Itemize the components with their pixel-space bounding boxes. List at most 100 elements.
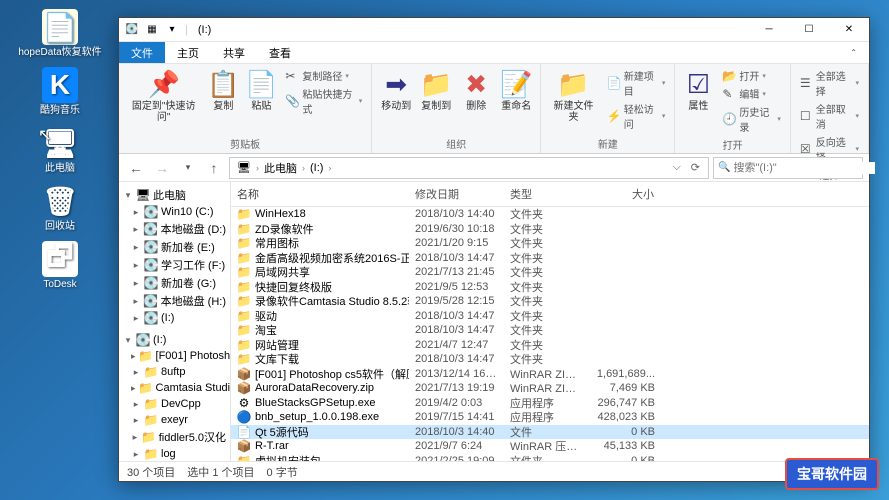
- column-size[interactable]: 大小: [586, 182, 661, 206]
- tree-node[interactable]: ▸📁DevCpp: [119, 396, 230, 412]
- tree-node[interactable]: ▾🖥此电脑: [119, 186, 230, 204]
- ribbon-button[interactable]: ➡移动到: [378, 67, 414, 114]
- menu-item[interactable]: 主页: [165, 42, 211, 63]
- ribbon-button[interactable]: ☑属性: [681, 67, 715, 114]
- content-area: ▾🖥此电脑▸💽Win10 (C:)▸💽本地磁盘 (D:)▸💽新加卷 (E:)▸💽…: [119, 182, 869, 461]
- ribbon-small-button[interactable]: ✂复制路径 ▾: [282, 67, 365, 84]
- file-row[interactable]: 📁驱动2018/10/3 14:47文件夹: [231, 309, 869, 324]
- ribbon-button[interactable]: 📁新建文件夹: [547, 67, 600, 125]
- file-icon: 📁: [237, 207, 251, 221]
- file-row[interactable]: 📁快捷回复终极版2021/9/5 12:53文件夹: [231, 280, 869, 295]
- file-row[interactable]: ⚙BlueStacksGPSetup.exe2019/4/2 0:03应用程序2…: [231, 396, 869, 411]
- ribbon-button[interactable]: 📁复制到: [418, 67, 454, 114]
- status-size: 0 字节: [267, 464, 298, 480]
- ribbon-group: 📌固定到"快速访问"📋复制📄粘贴✂复制路径 ▾📎粘贴快捷方式 ▾剪贴板: [119, 64, 372, 153]
- file-icon: 📁: [237, 352, 251, 366]
- tree-node[interactable]: ▸💽学习工作 (F:): [119, 256, 230, 274]
- breadcrumb-drive[interactable]: (I:): [307, 162, 326, 174]
- file-list: 名称 修改日期 类型 大小 📁WinHex182018/10/3 14:40文件…: [231, 182, 869, 461]
- minimize-button[interactable]: ─: [749, 19, 789, 41]
- tree-node[interactable]: ▸📁8uftp: [119, 364, 230, 380]
- search-input[interactable]: [733, 162, 875, 174]
- tree-node[interactable]: ▸💽本地磁盘 (D:): [119, 220, 230, 238]
- ribbon-button[interactable]: 📝重命名: [498, 67, 534, 114]
- ribbon-small-button[interactable]: 🕘历史记录 ▾: [719, 103, 784, 135]
- ribbon-group: ☑属性📂打开 ▾✎编辑 ▾🕘历史记录 ▾打开: [675, 64, 791, 153]
- qat-props-icon[interactable]: ▦: [145, 23, 159, 37]
- refresh-icon[interactable]: ⟳: [687, 161, 704, 174]
- file-explorer-window: 💽 ▦ ▾ | (I:) ─ ☐ ✕ 文件主页共享查看⌃ 📌固定到"快速访问"📋…: [118, 17, 870, 482]
- desktop-icon[interactable]: 🗗ToDesk: [5, 237, 115, 295]
- file-icon: 📁: [237, 251, 251, 265]
- file-row[interactable]: 📁网站管理2021/4/7 12:47文件夹: [231, 338, 869, 353]
- tree-node[interactable]: ▸📁exeyr: [119, 412, 230, 428]
- tree-node[interactable]: ▸📁[F001] Photosh: [119, 348, 230, 364]
- ribbon-button[interactable]: ✖删除: [458, 67, 494, 114]
- ribbon-small-button[interactable]: 📎粘贴快捷方式 ▾: [282, 85, 365, 117]
- search-box[interactable]: 🔍: [713, 157, 863, 179]
- ribbon-small-button[interactable]: ✎编辑 ▾: [719, 85, 784, 102]
- tree-node[interactable]: ▸📁fiddler5.0汉化: [119, 428, 230, 446]
- breadcrumb[interactable]: 🖥 › 此电脑 › (I:) › ⌵ ⟳: [229, 157, 709, 179]
- ribbon-small-button[interactable]: ☐全部取消 ▾: [797, 100, 862, 132]
- column-name[interactable]: 名称: [231, 182, 409, 206]
- window-title: (I:): [194, 24, 211, 36]
- nav-up-button[interactable]: ↑: [203, 157, 225, 179]
- nav-forward-button[interactable]: →: [151, 157, 173, 179]
- ribbon-small-button[interactable]: ☰全部选择 ▾: [797, 67, 862, 99]
- file-row[interactable]: 📁金盾高级视频加密系统2016S-正阳教育...2018/10/3 14:47文…: [231, 251, 869, 266]
- desktop-icon[interactable]: K酷狗音乐: [5, 63, 115, 121]
- menu-item[interactable]: 查看: [257, 42, 303, 63]
- status-count: 30 个项目: [127, 464, 175, 480]
- file-row[interactable]: 📁ZD录像软件2019/6/30 10:18文件夹: [231, 222, 869, 237]
- tree-node[interactable]: ▸💽本地磁盘 (H:): [119, 292, 230, 310]
- nav-recent-button[interactable]: ▾: [177, 157, 199, 179]
- menu-item[interactable]: 文件: [119, 42, 165, 63]
- desktop-icon[interactable]: 📄hopeData恢复软件: [5, 5, 115, 63]
- file-row[interactable]: 📁文库下载2018/10/3 14:47文件夹: [231, 352, 869, 367]
- ribbon-button[interactable]: 📌固定到"快速访问": [125, 67, 202, 125]
- breadcrumb-pc-icon[interactable]: 🖥: [234, 161, 254, 174]
- maximize-button[interactable]: ☐: [789, 19, 829, 41]
- file-row[interactable]: 📁淘宝2018/10/3 14:47文件夹: [231, 323, 869, 338]
- ribbon-button[interactable]: 📄粘贴: [244, 67, 278, 114]
- column-date[interactable]: 修改日期: [409, 182, 504, 206]
- breadcrumb-dropdown[interactable]: ⌵: [668, 161, 684, 174]
- breadcrumb-pc[interactable]: 此电脑: [261, 160, 300, 176]
- file-row[interactable]: 📁局域网共享2021/7/13 21:45文件夹: [231, 265, 869, 280]
- menu-item[interactable]: 共享: [211, 42, 257, 63]
- file-row[interactable]: 📄Qt 5源代码2018/10/3 14:40文件0 KB: [231, 425, 869, 440]
- tree-node[interactable]: ▸📁Camtasia Studi: [119, 380, 230, 396]
- desktop-icon[interactable]: 🗑回收站: [5, 179, 115, 237]
- tree-node[interactable]: ▸📁log: [119, 446, 230, 461]
- ribbon-button[interactable]: 📋复制: [206, 67, 240, 114]
- ribbon-small-button[interactable]: 📂打开 ▾: [719, 67, 784, 84]
- file-row[interactable]: 📁常用图标2021/1/20 9:15文件夹: [231, 236, 869, 251]
- file-row[interactable]: 📦R-T.rar2021/9/7 6:24WinRAR 压缩文...45,133…: [231, 439, 869, 454]
- qat-open-icon[interactable]: ▾: [165, 23, 179, 37]
- tree-node[interactable]: ▸💽新加卷 (G:): [119, 274, 230, 292]
- ribbon-group: ➡移动到📁复制到✖删除📝重命名组织: [372, 64, 541, 153]
- tree-node[interactable]: ▸💽Win10 (C:): [119, 204, 230, 220]
- ribbon-small-button[interactable]: 📄新建项目 ▾: [604, 67, 669, 99]
- ribbon: 📌固定到"快速访问"📋复制📄粘贴✂复制路径 ▾📎粘贴快捷方式 ▾剪贴板➡移动到📁…: [119, 64, 869, 154]
- nav-back-button[interactable]: ←: [125, 157, 147, 179]
- ribbon-collapse[interactable]: ⌃: [836, 42, 869, 63]
- close-button[interactable]: ✕: [829, 19, 869, 41]
- file-list-body[interactable]: 📁WinHex182018/10/3 14:40文件夹📁ZD录像软件2019/6…: [231, 207, 869, 461]
- file-row[interactable]: 📁录像软件Camtasia Studio 8.5.2软件包...2019/5/2…: [231, 294, 869, 309]
- file-row[interactable]: 📁虚拟机安装包2021/2/25 19:09文件夹0 KB: [231, 454, 869, 462]
- nav-tree[interactable]: ▾🖥此电脑▸💽Win10 (C:)▸💽本地磁盘 (D:)▸💽新加卷 (E:)▸💽…: [119, 182, 231, 461]
- column-type[interactable]: 类型: [504, 182, 586, 206]
- ribbon-small-button[interactable]: ⚡轻松访问 ▾: [604, 100, 669, 132]
- file-row[interactable]: 📦AuroraDataRecovery.zip2021/7/13 19:19Wi…: [231, 381, 869, 396]
- desktop-icon[interactable]: 🖥此电脑: [5, 121, 115, 179]
- tree-node[interactable]: ▸💽(I:): [119, 310, 230, 326]
- file-icon: 🔵: [237, 410, 251, 424]
- file-icon: 📁: [237, 323, 251, 337]
- file-row[interactable]: 🔵bnb_setup_1.0.0.198.exe2019/7/15 14:41应…: [231, 410, 869, 425]
- file-row[interactable]: 📦[F001] Photoshop cs5软件（解压后有...2013/12/1…: [231, 367, 869, 382]
- file-row[interactable]: 📁WinHex182018/10/3 14:40文件夹: [231, 207, 869, 222]
- tree-node[interactable]: ▸💽新加卷 (E:): [119, 238, 230, 256]
- tree-node[interactable]: ▾💽(I:): [119, 332, 230, 348]
